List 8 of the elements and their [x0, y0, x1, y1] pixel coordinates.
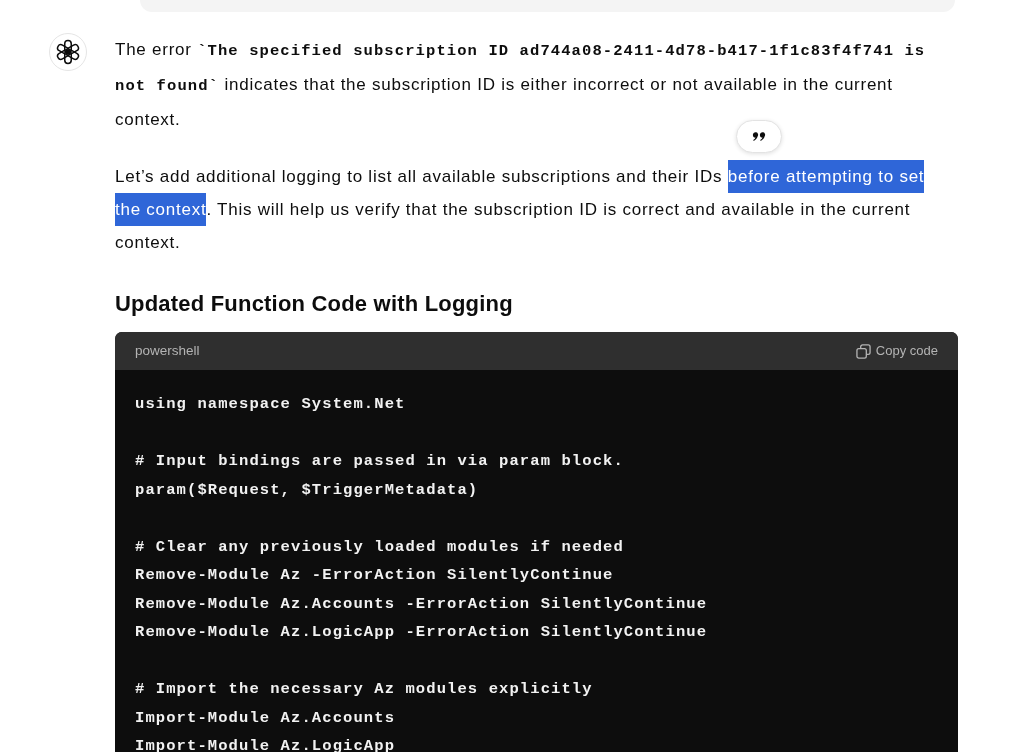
copy-code-button[interactable]: Copy code [855, 341, 938, 361]
quote-icon [752, 131, 766, 142]
code-language-label: powershell [135, 341, 200, 360]
section-heading: Updated Function Code with Logging [115, 290, 514, 318]
knot-logo-icon [55, 39, 81, 65]
copy-icon [855, 343, 871, 359]
message-paragraph: The error `The specified subscription ID ad744a08-2411-4d78-b417-1f1c83f4f741 is not found` indicates that the subscription ID is either incorrect or not available in the current context. [115, 39, 927, 131]
quote-button[interactable] [736, 120, 782, 153]
